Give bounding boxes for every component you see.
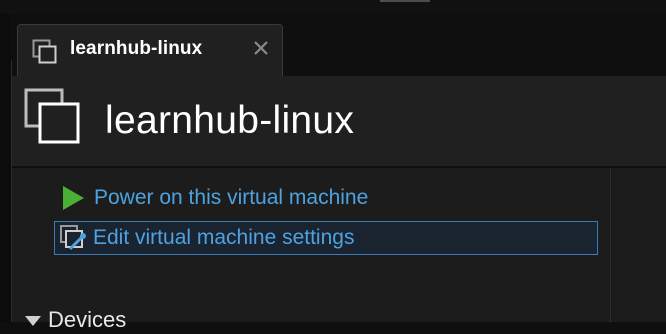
top-strip bbox=[0, 0, 666, 14]
vm-icon bbox=[24, 88, 80, 144]
page-title: learnhub-linux bbox=[105, 99, 355, 142]
tab-learnhub-linux[interactable]: learnhub-linux bbox=[17, 24, 283, 77]
vm-header: learnhub-linux bbox=[12, 76, 666, 166]
power-on-label: Power on this virtual machine bbox=[94, 186, 369, 209]
close-icon[interactable] bbox=[252, 39, 270, 57]
vm-icon bbox=[32, 39, 57, 64]
right-panel bbox=[611, 168, 666, 322]
caret-down-icon bbox=[25, 316, 41, 326]
power-on-button[interactable]: Power on this virtual machine bbox=[60, 184, 368, 212]
vm-settings-icon bbox=[60, 225, 86, 251]
play-icon bbox=[63, 186, 84, 210]
devices-section-header[interactable]: Devices bbox=[24, 306, 126, 334]
tab-title: learnhub-linux bbox=[70, 38, 203, 59]
devices-label: Devices bbox=[48, 307, 127, 332]
left-edge bbox=[0, 14, 11, 322]
edit-settings-button[interactable]: Edit virtual machine settings bbox=[54, 221, 598, 255]
top-strip-notch bbox=[380, 0, 430, 2]
edit-settings-label: Edit virtual machine settings bbox=[93, 226, 355, 249]
